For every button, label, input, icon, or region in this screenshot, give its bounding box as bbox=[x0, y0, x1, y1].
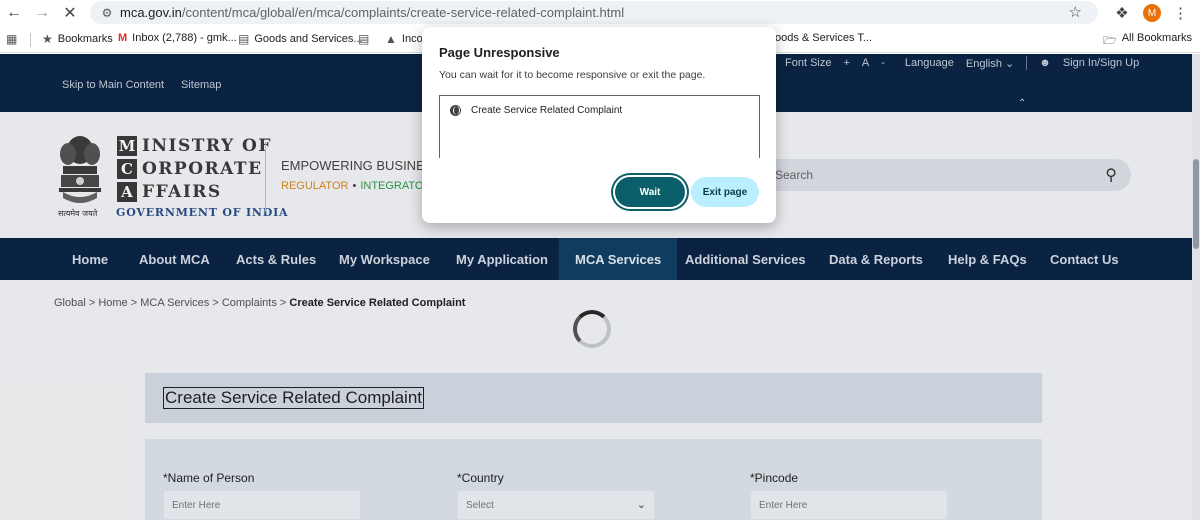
unresponsive-pages-list: Create Service Related Complaint bbox=[439, 95, 760, 158]
page-icon: ▲ bbox=[385, 32, 397, 46]
arrow-right-icon: → bbox=[34, 4, 50, 21]
dialog-message: You can wait for it to become responsive… bbox=[439, 69, 706, 81]
bookmark-item[interactable]: ▤ Goods and Services... bbox=[238, 32, 363, 46]
grid-icon[interactable]: ▦ bbox=[6, 32, 17, 46]
bookmark-item[interactable]: M Inbox (2,788) - gmk... bbox=[118, 32, 237, 44]
kebab-icon[interactable]: ⋮ bbox=[1173, 4, 1188, 22]
back-button[interactable]: ← bbox=[0, 0, 28, 26]
puzzle-icon[interactable]: ❖ bbox=[1113, 4, 1131, 22]
all-bookmarks[interactable]: 🗁 All Bookmarks bbox=[1103, 32, 1192, 51]
exit-page-button[interactable]: Exit page bbox=[691, 177, 759, 207]
close-icon: ✕ bbox=[63, 5, 77, 22]
gmail-icon: M bbox=[118, 32, 128, 44]
divider bbox=[30, 33, 31, 47]
stop-button[interactable]: ✕ bbox=[56, 0, 84, 26]
page-entry-label: Create Service Related Complaint bbox=[471, 105, 623, 116]
forward-button[interactable]: → bbox=[28, 0, 56, 26]
tune-icon[interactable]: ⚙ bbox=[94, 6, 120, 20]
bookmark-item[interactable]: ▲ Incor bbox=[385, 32, 426, 46]
bookmark-item[interactable]: oods & Services T... bbox=[775, 32, 872, 44]
bookmark-item[interactable]: ▤ bbox=[358, 32, 369, 46]
page-icon: ▤ bbox=[358, 32, 370, 46]
arrow-left-icon: ← bbox=[6, 4, 22, 21]
url-text: mca.gov.in/content/mca/global/en/mca/com… bbox=[120, 5, 625, 20]
page-unresponsive-dialog: Page Unresponsive You can wait for it to… bbox=[422, 27, 776, 223]
browser-toolbar: ← → ✕ ⚙ mca.gov.in/content/mca/global/en… bbox=[0, 0, 1200, 26]
list-item: Create Service Related Complaint bbox=[450, 105, 622, 116]
globe-icon bbox=[450, 105, 461, 116]
bookmark-item[interactable]: ★ Bookmarks bbox=[42, 32, 113, 46]
page-icon: ▤ bbox=[238, 32, 250, 46]
avatar[interactable]: M bbox=[1143, 4, 1161, 22]
star-icon: ★ bbox=[42, 32, 53, 46]
folder-icon: 🗁 bbox=[1103, 35, 1117, 47]
dialog-title: Page Unresponsive bbox=[439, 45, 560, 60]
address-bar[interactable]: ⚙ mca.gov.in/content/mca/global/en/mca/c… bbox=[90, 1, 1098, 24]
star-icon[interactable]: ☆ bbox=[1069, 3, 1082, 21]
wait-button[interactable]: Wait bbox=[615, 177, 685, 207]
